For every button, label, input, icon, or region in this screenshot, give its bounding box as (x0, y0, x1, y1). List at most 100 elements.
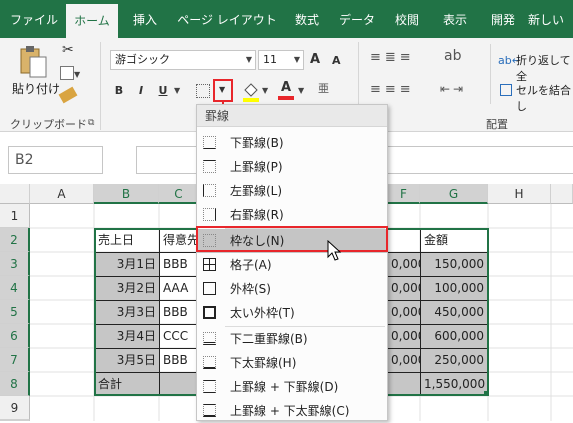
amount-cell[interactable]: 600,000 (421, 324, 487, 348)
font-size-box[interactable]: 11 ▼ (258, 50, 304, 70)
menu-item-left-border[interactable]: 左罫線(L) (197, 179, 387, 203)
row-header-8[interactable]: 8 (0, 372, 30, 396)
amount-cell[interactable]: 250,000 (421, 348, 487, 372)
menu-item-top-bottom-border[interactable]: 上罫線 + 下罫線(D) (197, 375, 387, 399)
chevron-down-icon[interactable]: ▼ (246, 51, 252, 69)
phonetic-icon[interactable]: 亜 (318, 80, 329, 96)
header-cell-date[interactable]: 売上日 (95, 228, 159, 252)
menu-item-top-border[interactable]: 上罫線(P) (197, 155, 387, 179)
bold-button[interactable]: B (110, 82, 128, 100)
tab-home[interactable]: ホーム (66, 4, 118, 38)
chevron-down-icon[interactable]: ▼ (298, 86, 304, 95)
amount-cell[interactable]: 450,000 (421, 300, 487, 324)
font-color-icon[interactable]: A (278, 80, 294, 95)
merge-center-button[interactable]: セルを結合し (516, 82, 573, 114)
header-cell-customer[interactable]: 得意先 (160, 228, 198, 252)
chevron-down-icon[interactable]: ▼ (74, 70, 80, 79)
customer-cell[interactable]: BBB (160, 252, 198, 276)
row-header-6[interactable]: 6 (0, 324, 30, 348)
customer-cell[interactable]: AAA (160, 276, 198, 300)
indent-icons[interactable]: ⇤⇥ (440, 82, 466, 96)
menu-item-thick-outside-borders[interactable]: 太い外枠(T) (197, 301, 387, 325)
copy-icon[interactable] (60, 66, 74, 80)
amount-cell[interactable]: 150,000 (421, 252, 487, 276)
all-borders-icon (203, 258, 216, 271)
underline-button[interactable]: U (154, 82, 172, 100)
tab-page-layout[interactable]: ページ レイアウト (172, 0, 282, 38)
font-name-box[interactable]: 游ゴシック ▼ (110, 50, 256, 70)
vertical-align-icons[interactable]: ≡≣≡ (370, 50, 415, 65)
bottom-border-icon (203, 136, 216, 149)
row-header-1[interactable]: 1 (0, 204, 30, 228)
tab-new[interactable]: 新しい (528, 0, 573, 38)
orientation-icon[interactable]: ab (444, 48, 461, 64)
tab-view[interactable]: 表示 (434, 0, 476, 38)
column-header-b[interactable]: B (94, 184, 159, 204)
customer-cell[interactable]: BBB (160, 348, 198, 372)
menu-heading: 罫線 (197, 105, 387, 127)
tab-formulas[interactable]: 数式 (286, 0, 328, 38)
tab-review[interactable]: 校閲 (386, 0, 428, 38)
italic-button[interactable]: I (132, 82, 150, 100)
borders-icon[interactable] (196, 84, 210, 98)
row-header-3[interactable]: 3 (0, 252, 30, 276)
divider (100, 42, 101, 130)
tab-data[interactable]: データ (334, 0, 380, 38)
mouse-cursor-icon (327, 240, 341, 261)
total-amount-cell[interactable]: 1,550,000 (421, 372, 487, 396)
name-box[interactable]: B2 (8, 146, 103, 174)
row-header-5[interactable]: 5 (0, 300, 30, 324)
tab-insert[interactable]: 挿入 (124, 0, 166, 38)
menu-item-bottom-double-border[interactable]: 下二重罫線(B) (197, 327, 387, 351)
f-cell[interactable]: 0,000 (388, 300, 420, 324)
paste-icon[interactable] (18, 44, 48, 80)
f-cell[interactable]: 0,000 (388, 276, 420, 300)
column-header-blank[interactable] (551, 184, 573, 204)
header-cell-amount[interactable]: 金額 (421, 228, 487, 252)
cut-icon[interactable]: ✂ (62, 42, 74, 58)
date-cell[interactable]: 3月5日 (95, 348, 159, 372)
decrease-font-icon[interactable]: A (332, 54, 341, 67)
f-cell[interactable]: 0,000 (388, 324, 420, 348)
chevron-down-icon[interactable]: ▼ (262, 86, 268, 95)
customer-cell[interactable]: BBB (160, 300, 198, 324)
wrap-text-button[interactable]: 折り返して全 (516, 52, 573, 84)
menu-item-right-border[interactable]: 右罫線(R) (197, 203, 387, 227)
menu-item-thick-bottom-border[interactable]: 下太罫線(H) (197, 351, 387, 375)
f-cell[interactable]: 0,000 (388, 252, 420, 276)
column-header-f[interactable]: F (388, 184, 420, 204)
dialog-launcher-icon[interactable]: ⧉ (88, 118, 94, 128)
menu-item-all-borders[interactable]: 格子(A) (197, 253, 387, 277)
customer-cell[interactable]: CCC (160, 324, 198, 348)
chevron-down-icon[interactable]: ▼ (174, 86, 180, 95)
chevron-down-icon[interactable]: ▼ (219, 85, 225, 94)
row-header-2[interactable]: 2 (0, 228, 30, 252)
merge-icon[interactable] (500, 84, 512, 96)
row-header-4[interactable]: 4 (0, 276, 30, 300)
menu-item-top-thick-bottom-border[interactable]: 上罫線 + 下太罫線(C) (197, 399, 387, 423)
date-cell[interactable]: 3月1日 (95, 252, 159, 276)
menu-item-outside-borders[interactable]: 外枠(S) (197, 277, 387, 301)
date-cell[interactable]: 3月2日 (95, 276, 159, 300)
row-header-7[interactable]: 7 (0, 348, 30, 372)
increase-font-icon[interactable]: A (310, 52, 320, 67)
paste-label[interactable]: 貼り付け (12, 80, 60, 97)
column-header-c[interactable]: C (159, 184, 199, 204)
row-header-9[interactable]: 9 (0, 396, 30, 420)
select-all-corner[interactable] (0, 184, 30, 204)
border-dropdown-highlight[interactable]: ▼ (213, 79, 233, 102)
fill-color-icon[interactable] (242, 82, 260, 105)
menu-item-bottom-border[interactable]: 下罫線(B) (197, 131, 387, 155)
amount-cell[interactable]: 100,000 (421, 276, 487, 300)
column-header-a[interactable]: A (30, 184, 94, 204)
column-header-h[interactable]: H (488, 184, 551, 204)
date-cell[interactable]: 3月4日 (95, 324, 159, 348)
total-label-cell[interactable]: 合計 (95, 372, 159, 396)
chevron-down-icon[interactable]: ▼ (294, 51, 300, 69)
tab-developer[interactable]: 開発 (482, 0, 524, 38)
date-cell[interactable]: 3月3日 (95, 300, 159, 324)
column-header-g[interactable]: G (420, 184, 488, 204)
tab-file[interactable]: ファイル (4, 0, 64, 38)
f-cell[interactable]: 0,000 (388, 348, 420, 372)
horizontal-align-icons[interactable]: ≡≡≡ (370, 82, 415, 97)
